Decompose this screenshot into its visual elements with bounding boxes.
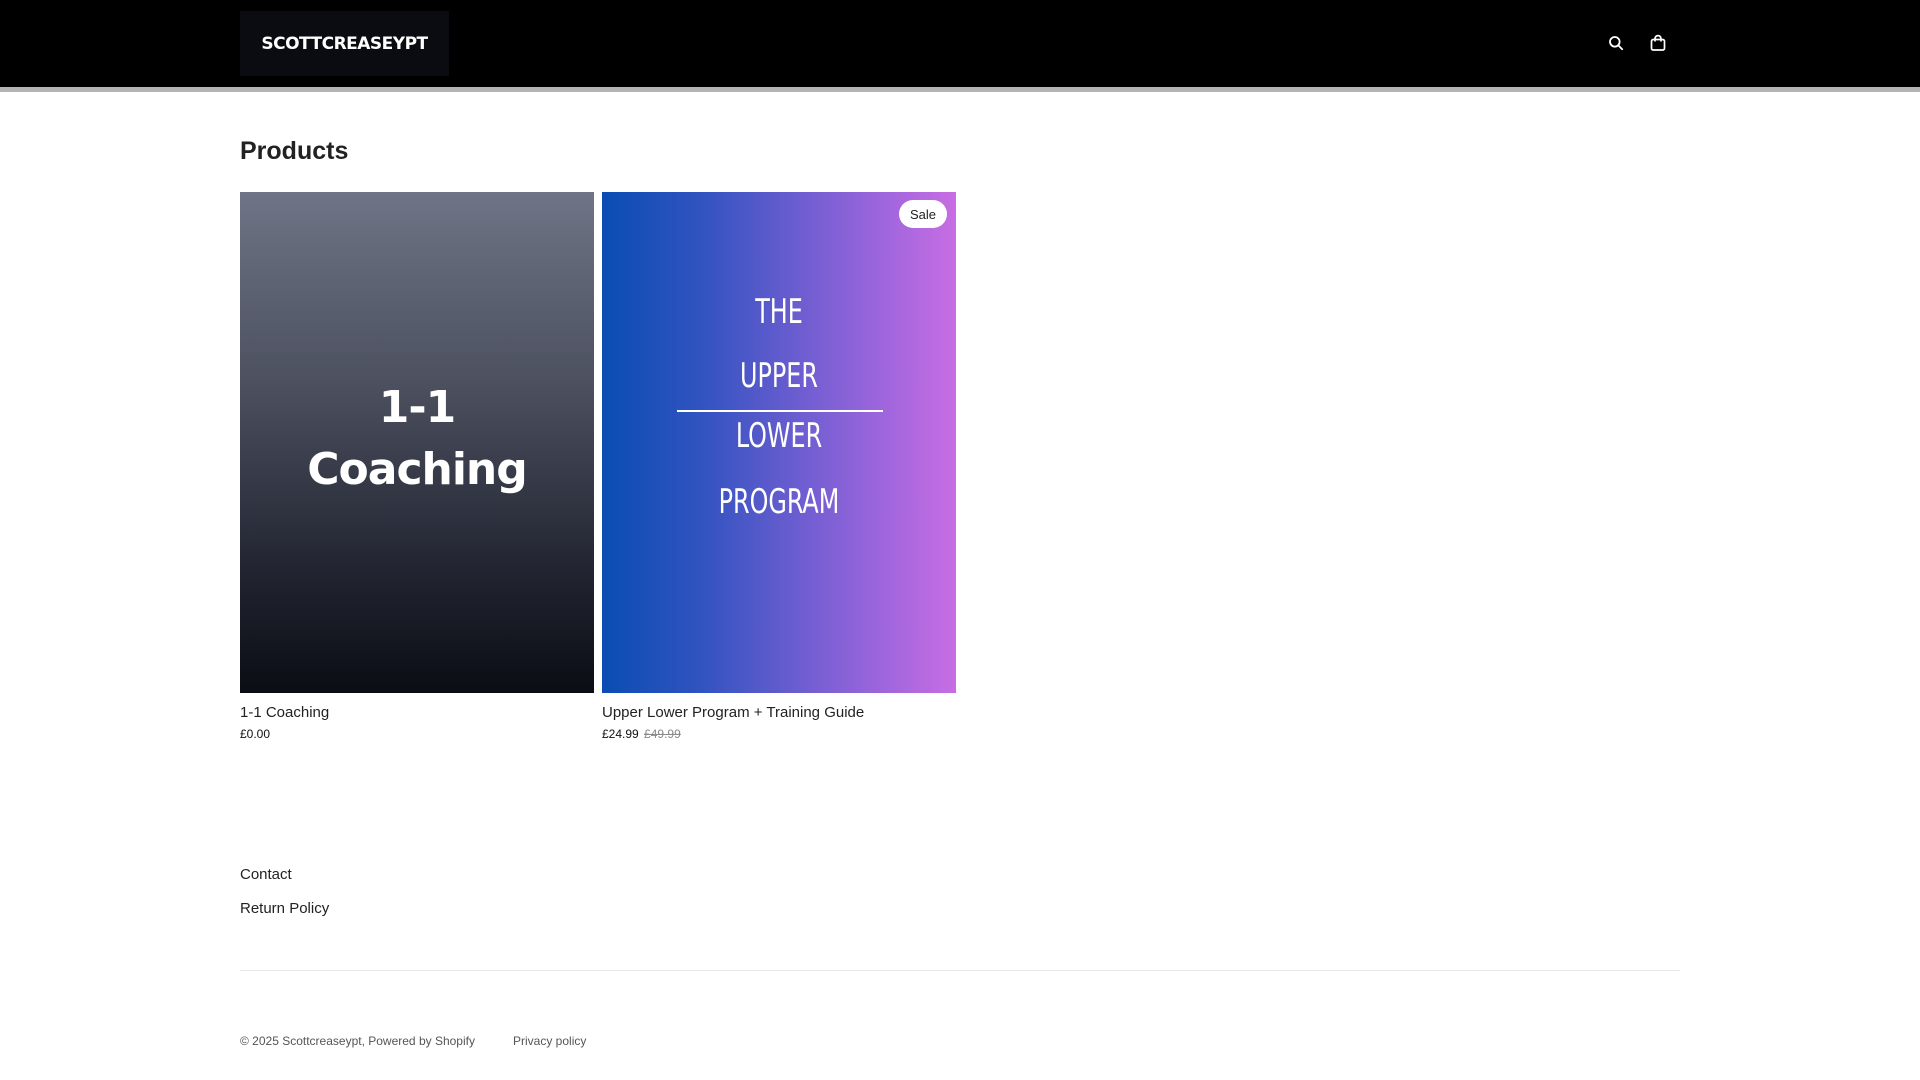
product-title[interactable]: 1-1 Coaching	[240, 704, 594, 721]
product-price: £0.00	[240, 727, 594, 741]
image-text: LOWER	[735, 416, 823, 456]
sale-badge: Sale	[898, 200, 947, 228]
image-text: UPPER	[740, 356, 818, 396]
product-image-upper-lower[interactable]: THE UPPER LOWER PROGRAM Sale	[602, 192, 956, 693]
logo-text: SCOTTCREASEYPT	[261, 33, 428, 54]
footer-link-return-policy[interactable]: Return Policy	[240, 900, 329, 917]
compare-at-price: £49.99	[644, 727, 681, 741]
header-divider	[0, 87, 1920, 92]
product-card-upper-lower[interactable]: THE UPPER LOWER PROGRAM Sale Upper Lower…	[602, 192, 956, 741]
copyright-text: © 2025 Scottcreaseypt, Powered by Shopif…	[240, 1034, 475, 1048]
product-price: £24.99 £49.99	[602, 727, 956, 741]
bag-icon[interactable]	[1645, 30, 1671, 56]
footer-link-contact[interactable]: Contact	[240, 866, 292, 883]
image-text: THE	[755, 292, 803, 332]
site-header: SCOTTCREASEYPT	[0, 0, 1920, 87]
image-divider	[677, 410, 883, 412]
image-text: 1-1	[378, 382, 457, 433]
product-image-coaching[interactable]: 1-1 Coaching	[240, 192, 594, 693]
privacy-policy-link[interactable]: Privacy policy	[513, 1034, 586, 1048]
store-logo[interactable]: SCOTTCREASEYPT	[240, 11, 449, 76]
search-icon[interactable]	[1603, 30, 1629, 56]
product-card-coaching[interactable]: 1-1 Coaching 1-1 Coaching £0.00	[240, 192, 594, 741]
page-title: Products	[240, 137, 349, 165]
footer-divider	[240, 970, 1680, 971]
sale-price: £0.00	[240, 727, 271, 741]
sale-price: £24.99	[602, 727, 639, 741]
product-title[interactable]: Upper Lower Program + Training Guide	[602, 704, 956, 721]
image-text: PROGRAM	[718, 482, 840, 522]
image-text: Coaching	[307, 444, 528, 495]
